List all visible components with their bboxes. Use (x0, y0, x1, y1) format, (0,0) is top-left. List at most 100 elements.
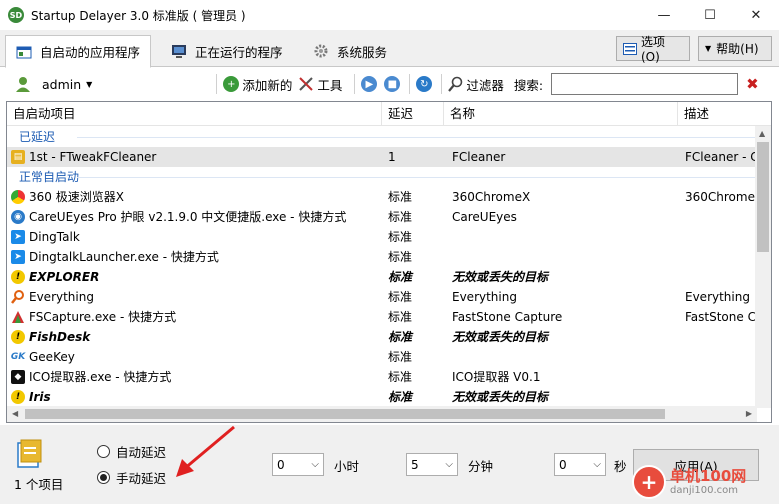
eye-icon: ◉ (11, 210, 25, 224)
list-header: 自启动项目 延迟 名称 描述 (7, 102, 771, 126)
search-input[interactable] (551, 73, 739, 95)
group-header-delayed: 已延迟 (7, 127, 757, 147)
scroll-up-icon[interactable]: ▲ (759, 129, 765, 138)
table-row[interactable]: ➤ DingtalkLauncher.exe - 快捷方式 标准 (7, 247, 757, 267)
table-row[interactable]: ! EXPLORER 标准 无效或丢失的目标 (7, 267, 757, 287)
table-row[interactable]: ◆ ICO提取器.exe - 快捷方式 标准 ICO提取器 V0.1 (7, 367, 757, 387)
horizontal-scroll-thumb[interactable] (25, 409, 665, 419)
column-header-name[interactable]: 名称 (444, 102, 678, 126)
auto-delay-radio[interactable]: 自动延迟 (97, 442, 166, 461)
toolbar-separator (354, 74, 356, 94)
toolbar: admin ▼ + 添加新的 工具 ▶ ■ ↻ 过滤器 搜索: ✖ (0, 68, 779, 100)
table-row[interactable]: 360 极速浏览器X 标准 360ChromeX 360ChromeX (7, 187, 757, 207)
add-new-button[interactable]: + 添加新的 (223, 75, 292, 94)
list-rows: 已延迟 ▤ 1st - FTweakFCleaner 1 FCleaner FCl… (7, 127, 757, 407)
watermark-logo-icon: + (632, 465, 666, 499)
scroll-right-icon[interactable]: ▶ (746, 409, 752, 418)
toolbar-separator (216, 74, 218, 94)
vertical-scroll-thumb[interactable] (757, 142, 769, 252)
warning-icon: ! (11, 390, 25, 404)
user-selector[interactable]: admin ▼ (14, 75, 92, 93)
startup-apps-icon (16, 44, 32, 60)
browser-icon (11, 190, 25, 204)
table-row[interactable]: ◉ CareUEyes Pro 护眼 v2.1.9.0 中文便捷版.exe - 快… (7, 207, 757, 227)
dropdown-arrow-icon: ▼ (705, 44, 712, 53)
maximize-button[interactable]: ☐ (687, 0, 733, 30)
refresh-icon[interactable]: ↻ (416, 76, 433, 92)
column-header-delay[interactable]: 延迟 (382, 102, 444, 126)
stop-icon[interactable]: ■ (384, 76, 401, 92)
hours-label: 小时 (334, 459, 360, 474)
annotation-arrow-icon (176, 425, 235, 477)
add-new-label: 添加新的 (242, 77, 293, 93)
table-row[interactable]: ➤ DingTalk 标准 (7, 227, 757, 247)
gear-icon (313, 43, 329, 59)
toolbar-separator (409, 74, 411, 94)
ico-extractor-icon: ◆ (11, 370, 25, 384)
warning-icon: ! (11, 330, 25, 344)
geekey-icon: GK (11, 350, 26, 364)
horizontal-scrollbar[interactable]: ◀ ▶ (7, 406, 757, 422)
play-icon[interactable]: ▶ (361, 76, 378, 92)
table-row[interactable]: Everything 标准 Everything Everything (7, 287, 757, 307)
table-row[interactable]: FSCapture.exe - 快捷方式 标准 FastStone Captur… (7, 307, 757, 327)
toolbar-separator (441, 74, 443, 94)
tools-label: 工具 (317, 77, 343, 93)
seconds-select[interactable]: 0 ⌵ (554, 453, 606, 476)
manual-delay-radio[interactable]: 手动延迟 (97, 468, 166, 487)
running-programs-icon (171, 43, 187, 59)
scroll-left-icon[interactable]: ◀ (12, 409, 18, 418)
startup-list[interactable]: 自启动项目 延迟 名称 描述 已延迟 ▤ 1st - FTweakFCleaner… (6, 101, 772, 423)
search-label: 搜索: (513, 77, 544, 93)
column-header-item[interactable]: 自启动项目 (7, 102, 382, 126)
help-button[interactable]: ▼ 帮助(H) (698, 36, 772, 61)
options-icon (623, 42, 637, 55)
magnifier-icon (11, 290, 25, 304)
app-icon: SD (8, 7, 24, 23)
app-icon: ▤ (11, 150, 25, 164)
filter-button[interactable]: 过滤器 (448, 75, 504, 94)
capture-icon (11, 310, 25, 324)
watermark-sub: danji100.com (670, 484, 738, 496)
table-row[interactable]: ! Iris 标准 无效或丢失的目标 (7, 387, 757, 407)
dingtalk-icon: ➤ (11, 230, 25, 244)
clear-search-icon[interactable]: ✖ (746, 75, 759, 93)
chevron-down-icon: ⌵ (445, 459, 453, 470)
tab-running-programs[interactable]: 正在运行的程序 (161, 35, 293, 67)
dingtalk-icon: ➤ (11, 250, 25, 264)
radio-indicator (97, 445, 110, 458)
tab-label: 系统服务 (337, 44, 388, 60)
magnifier-icon (448, 76, 464, 92)
tab-system-services[interactable]: 系统服务 (303, 35, 397, 67)
window-title: Startup Delayer 3.0 标准版 ( 管理员 ) (31, 8, 246, 23)
title-bar: SD Startup Delayer 3.0 标准版 ( 管理员 ) — ☐ ✕ (0, 0, 779, 30)
tab-label: 自启动的应用程序 (40, 45, 141, 60)
minutes-label: 分钟 (468, 459, 494, 474)
tab-startup-apps[interactable]: 自启动的应用程序 (5, 35, 152, 68)
vertical-scrollbar[interactable]: ▲ (755, 126, 771, 408)
item-icon (16, 439, 42, 472)
dropdown-arrow-icon: ▼ (86, 79, 93, 89)
table-row[interactable]: ! FishDesk 标准 无效或丢失的目标 (7, 327, 757, 347)
watermark: + 单机100网 danji100.com (632, 465, 746, 499)
delay-settings-panel: 1 个项目 自动延迟 手动延迟 0 ⌵ 小时 5 ⌵ 分钟 0 ⌵ 秒 应用(A… (0, 425, 779, 504)
user-name: admin (42, 76, 82, 92)
minimize-button[interactable]: — (641, 0, 687, 30)
close-button[interactable]: ✕ (733, 0, 779, 30)
watermark-main: 单机100网 (670, 467, 747, 486)
warning-icon: ! (11, 270, 25, 284)
table-row[interactable]: GK GeeKey 标准 (7, 347, 757, 367)
hours-select[interactable]: 0 ⌵ (272, 453, 324, 476)
tab-bar: 自启动的应用程序 正在运行的程序 系统服务 选项(O) ▼ 帮助(H) (0, 30, 779, 68)
options-button[interactable]: 选项(O) (616, 35, 690, 64)
radio-indicator (97, 471, 110, 484)
help-label: 帮助(H) (716, 42, 759, 56)
tools-button[interactable]: 工具 (298, 75, 342, 94)
minutes-select[interactable]: 5 ⌵ (406, 453, 458, 476)
item-count: 1 个项目 (14, 477, 64, 492)
chevron-down-icon: ⌵ (311, 459, 319, 470)
table-row[interactable]: ▤ 1st - FTweakFCleaner 1 FCleaner FCleane… (7, 147, 757, 167)
column-header-desc[interactable]: 描述 (678, 102, 771, 126)
options-label: 选项(O) (641, 35, 666, 64)
manual-delay-label: 手动延迟 (116, 471, 167, 486)
